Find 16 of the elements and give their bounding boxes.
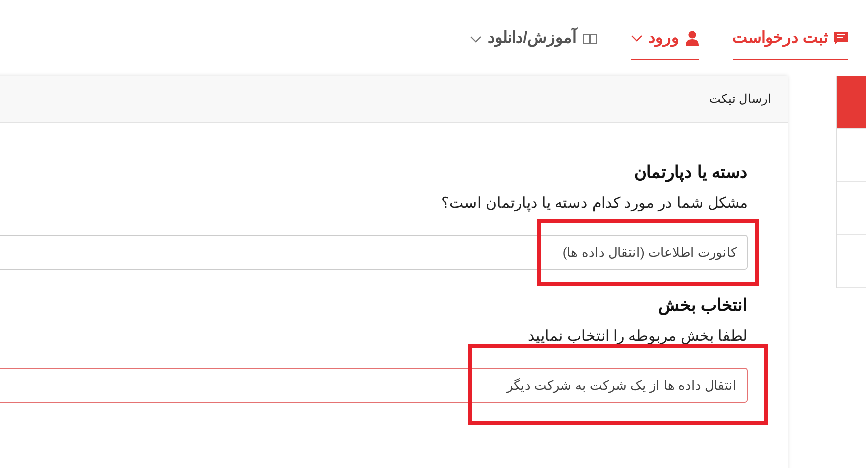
side-menu-item[interactable] (837, 76, 866, 129)
section-heading: انتخاب بخش (657, 295, 748, 318)
select-field[interactable]: کانورت اطلاعات (انتقال داده ها) (0, 235, 748, 270)
nav-link[interactable]: ثبت درخواست (732, 24, 848, 60)
card-title: ارسال تیکت (710, 91, 771, 108)
section-question: مشکل شما در مورد کدام دسته یا دپارتمان است؟ (440, 194, 748, 214)
select-field[interactable]: انتقال داده ها از یک شرکت به شرکت دیگر (0, 368, 748, 403)
section-heading: دسته یا دپارتمان (634, 162, 748, 184)
nav-link[interactable]: ورود (630, 24, 699, 60)
book-icon (582, 34, 597, 44)
chat-icon (834, 32, 848, 45)
section-question: لطفا بخش مربوطه را انتخاب نمایید (527, 327, 748, 347)
chevron-down-icon (630, 35, 643, 42)
chevron-down-icon (470, 36, 482, 42)
user-icon (686, 31, 699, 46)
nav-link[interactable]: آموزش/دانلود (470, 24, 597, 60)
